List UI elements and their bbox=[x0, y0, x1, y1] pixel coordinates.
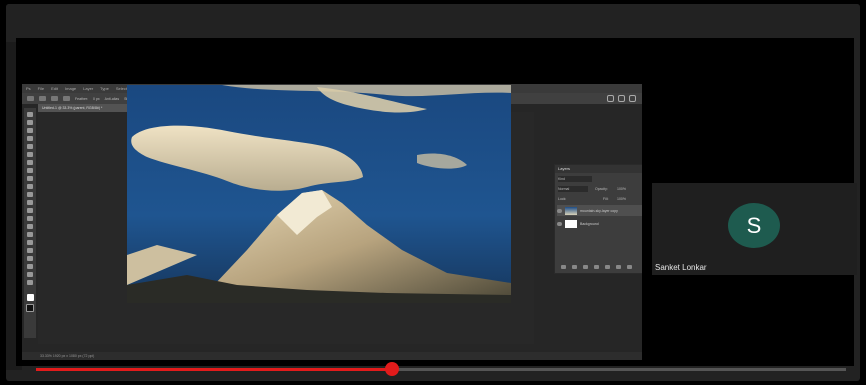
opacity-value[interactable]: 100% bbox=[617, 186, 626, 192]
crop-tool-icon[interactable] bbox=[27, 144, 33, 149]
rectangle-tool-icon[interactable] bbox=[27, 256, 33, 261]
lock-label: Lock: bbox=[558, 197, 567, 201]
frame-top-bar bbox=[6, 4, 860, 42]
menu-item-file[interactable]: File bbox=[38, 86, 44, 91]
fill-value[interactable]: 100% bbox=[617, 196, 626, 202]
layer-name: mountain-sky-layer copy bbox=[580, 208, 618, 213]
eyedropper-tool-icon[interactable] bbox=[27, 160, 33, 165]
more-tools-icon[interactable] bbox=[27, 280, 33, 285]
share-icon[interactable] bbox=[629, 95, 636, 102]
layer-item[interactable]: mountain-sky-layer copy bbox=[557, 205, 642, 216]
anti-alias-checkbox[interactable]: Anti-alias bbox=[105, 97, 119, 101]
quick-select-tool-icon[interactable] bbox=[27, 136, 33, 141]
move-tool-icon[interactable] bbox=[27, 112, 33, 117]
tools-panel bbox=[24, 108, 36, 338]
gradient-tool-icon[interactable] bbox=[27, 208, 33, 213]
options-right-icons bbox=[607, 95, 636, 102]
menu-item-select[interactable]: Select bbox=[116, 86, 127, 91]
delete-layer-icon[interactable] bbox=[627, 265, 632, 269]
marquee-tool-icon[interactable] bbox=[39, 96, 46, 101]
menu-item-ps[interactable]: Ps bbox=[26, 86, 31, 91]
zoom-tool-icon[interactable] bbox=[27, 272, 33, 277]
menu-item-image[interactable]: Image bbox=[65, 86, 76, 91]
opacity-label: Opacity: bbox=[595, 187, 608, 191]
layer-thumbnail bbox=[565, 219, 577, 228]
layer-name: Background bbox=[580, 221, 599, 226]
home-icon[interactable] bbox=[27, 96, 34, 101]
layer-style-icon[interactable] bbox=[572, 265, 577, 269]
marquee-tool-icon[interactable] bbox=[27, 120, 33, 125]
menu-item-type[interactable]: Type bbox=[100, 86, 109, 91]
group-icon[interactable] bbox=[605, 265, 610, 269]
hand-tool-icon[interactable] bbox=[27, 264, 33, 269]
fill-label: Fill: bbox=[603, 197, 609, 201]
healing-tool-icon[interactable] bbox=[27, 168, 33, 173]
link-layers-icon[interactable] bbox=[561, 265, 566, 269]
feather-value[interactable]: 0 px bbox=[93, 97, 100, 101]
status-bar: 33.33% 1920 px x 1080 px (72 ppi) bbox=[22, 352, 642, 360]
frame-tool-icon[interactable] bbox=[27, 152, 33, 157]
mask-icon[interactable] bbox=[583, 265, 588, 269]
progress-fill bbox=[36, 368, 392, 371]
search-icon[interactable] bbox=[607, 95, 614, 102]
type-tool-icon[interactable] bbox=[27, 240, 33, 245]
background-color-swatch[interactable] bbox=[26, 304, 34, 312]
video-progress-bar[interactable] bbox=[36, 362, 846, 376]
subtract-selection-icon[interactable] bbox=[63, 96, 70, 101]
foreground-color-swatch[interactable] bbox=[26, 294, 34, 301]
feather-label: Feather: bbox=[75, 96, 89, 101]
participant-name: Sanket Lonkar bbox=[655, 263, 707, 272]
blend-mode-select[interactable]: Normal bbox=[558, 186, 588, 192]
layer-kind-filter[interactable]: Kind bbox=[558, 176, 592, 182]
lasso-tool-icon[interactable] bbox=[27, 128, 33, 133]
history-brush-tool-icon[interactable] bbox=[27, 192, 33, 197]
add-selection-icon[interactable] bbox=[51, 96, 58, 101]
layer-thumbnail bbox=[565, 206, 577, 215]
menu-item-layer[interactable]: Layer bbox=[83, 86, 93, 91]
workspace-icon[interactable] bbox=[618, 95, 625, 102]
new-layer-icon[interactable] bbox=[616, 265, 621, 269]
mountain-photo bbox=[127, 85, 511, 303]
pen-tool-icon[interactable] bbox=[27, 232, 33, 237]
eye-icon[interactable] bbox=[557, 208, 562, 213]
blur-tool-icon[interactable] bbox=[27, 216, 33, 221]
layers-panel: Layers Kind Normal Opacity: 100% Lock: F… bbox=[554, 164, 642, 274]
path-select-tool-icon[interactable] bbox=[27, 248, 33, 253]
dodge-tool-icon[interactable] bbox=[27, 224, 33, 229]
brush-tool-icon[interactable] bbox=[27, 176, 33, 181]
layer-item[interactable]: Background bbox=[557, 218, 642, 229]
layers-footer bbox=[561, 265, 632, 269]
progress-scrubber-handle[interactable] bbox=[385, 362, 399, 376]
eye-icon[interactable] bbox=[557, 221, 562, 226]
menu-item-edit[interactable]: Edit bbox=[51, 86, 58, 91]
adjustment-icon[interactable] bbox=[594, 265, 599, 269]
eraser-tool-icon[interactable] bbox=[27, 200, 33, 205]
layers-panel-title[interactable]: Layers bbox=[555, 165, 642, 173]
participant-avatar: S bbox=[728, 203, 780, 248]
clone-stamp-tool-icon[interactable] bbox=[27, 184, 33, 189]
